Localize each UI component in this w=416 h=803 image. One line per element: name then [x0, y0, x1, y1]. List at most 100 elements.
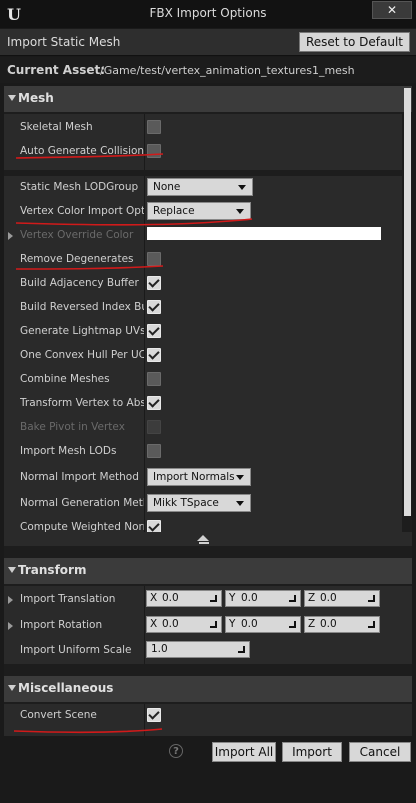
drag-grip-icon	[210, 621, 217, 628]
convert-scene-checkbox[interactable]	[147, 708, 161, 722]
expand-arrow-icon[interactable]	[8, 622, 13, 630]
mesh-scrollbar[interactable]	[404, 88, 411, 516]
drag-grip-icon	[368, 621, 375, 628]
prop-label: Vertex Color Import Option	[20, 205, 144, 217]
current-asset-path: /Game/test/vertex_animation_textures1_me…	[100, 64, 355, 77]
import-all-button[interactable]: Import All	[212, 742, 276, 762]
prop-label: Build Reversed Index Buffer	[20, 301, 144, 313]
dropdown-value: Replace	[153, 205, 195, 217]
prop-label: Import Rotation	[20, 619, 103, 631]
prop-vertex-color-import-option: Vertex Color Import Option Replace	[4, 200, 402, 224]
cancel-button[interactable]: Cancel	[349, 742, 411, 762]
details-panel: Mesh Skeletal Mesh Auto Generate Collisi…	[4, 86, 412, 736]
prop-one-convex-hull-per-ucx: One Convex Hull Per UCX	[4, 344, 402, 368]
vertex-color-import-dropdown[interactable]: Replace	[147, 202, 251, 220]
current-asset-label: Current Asset:	[7, 63, 106, 77]
prop-generate-lightmap-uvs: Generate Lightmap UVs	[4, 320, 402, 344]
remove-degenerates-checkbox[interactable]	[147, 252, 161, 266]
prop-combine-meshes: Combine Meshes	[4, 368, 402, 392]
auto-generate-collision-checkbox[interactable]	[147, 144, 161, 158]
prop-label: Normal Import Method	[20, 471, 139, 483]
one-convex-hull-checkbox[interactable]	[147, 348, 161, 362]
normal-import-method-dropdown[interactable]: Import Normals	[147, 468, 251, 486]
translation-y-field[interactable]: Y 0.0	[225, 590, 301, 607]
prop-build-adjacency-buffer: Build Adjacency Buffer	[4, 272, 402, 296]
prop-label: Import Mesh LODs	[20, 445, 117, 457]
section-header-mesh[interactable]: Mesh	[4, 86, 412, 112]
field-value: 0.0	[320, 618, 337, 630]
scrollbar-thumb[interactable]	[404, 88, 411, 516]
dialog-footer: ? Import All Import Cancel	[0, 738, 416, 803]
field-value: 0.0	[162, 618, 179, 630]
lodgroup-dropdown[interactable]: None	[147, 178, 253, 196]
import-type-title: Import Static Mesh	[7, 35, 121, 49]
prop-label: Import Translation	[20, 593, 116, 605]
prop-import-translation: Import Translation X 0.0 Y 0.0 Z 0.0	[4, 588, 412, 612]
prop-normal-generation-method: Normal Generation Method Mikk TSpace	[4, 492, 402, 516]
prop-label: Generate Lightmap UVs	[20, 325, 144, 337]
translation-z-field[interactable]: Z 0.0	[304, 590, 380, 607]
field-value: 0.0	[320, 592, 337, 604]
dropdown-value: None	[153, 181, 181, 193]
bake-pivot-checkbox	[147, 420, 161, 434]
prop-label: Build Adjacency Buffer	[20, 277, 139, 289]
section-header-miscellaneous[interactable]: Miscellaneous	[4, 676, 412, 702]
section-header-transform[interactable]: Transform	[4, 558, 412, 584]
prop-label: Auto Generate Collision	[20, 145, 144, 157]
build-adjacency-buffer-checkbox[interactable]	[147, 276, 161, 290]
build-reversed-index-buffer-checkbox[interactable]	[147, 300, 161, 314]
section-title: Transform	[18, 563, 87, 577]
rotation-x-field[interactable]: X 0.0	[146, 616, 222, 633]
chevron-down-icon	[236, 209, 244, 214]
prop-normal-import-method: Normal Import Method Import Normals	[4, 466, 402, 490]
expand-arrow-icon[interactable]	[8, 596, 13, 604]
prop-convert-scene: Convert Scene	[4, 704, 402, 728]
reset-to-default-button[interactable]: Reset to Default	[298, 32, 410, 52]
uniform-scale-field[interactable]: 1.0	[146, 641, 250, 658]
vertex-override-color-swatch[interactable]	[147, 227, 381, 240]
translation-x-field[interactable]: X 0.0	[146, 590, 222, 607]
title-bar: U FBX Import Options ✕	[0, 0, 416, 28]
prop-transform-vertex-to-absolute: Transform Vertex to Absolute	[4, 392, 402, 416]
prop-label: Bake Pivot in Vertex	[20, 421, 125, 433]
prop-import-mesh-lods: Import Mesh LODs	[4, 440, 402, 464]
combine-meshes-checkbox[interactable]	[147, 372, 161, 386]
chevron-down-icon	[236, 501, 244, 506]
advanced-toggle[interactable]	[4, 532, 412, 546]
prop-import-rotation: Import Rotation X 0.0 Y 0.0 Z 0.0	[4, 614, 412, 638]
prop-label: Convert Scene	[20, 709, 97, 721]
prop-static-mesh-lodgroup: Static Mesh LODGroup None	[4, 176, 402, 200]
axis-label: X	[150, 618, 158, 630]
transform-group: Import Translation X 0.0 Y 0.0 Z 0.0 Imp…	[4, 586, 412, 664]
axis-label: Z	[308, 592, 316, 604]
collapse-arrow-icon	[8, 685, 16, 691]
dropdown-value: Import Normals	[153, 471, 235, 483]
generate-lightmap-uvs-checkbox[interactable]	[147, 324, 161, 338]
expand-arrow-icon[interactable]	[8, 232, 13, 240]
current-asset-bar: Current Asset: /Game/test/vertex_animati…	[0, 57, 416, 83]
window-title: FBX Import Options	[149, 6, 267, 20]
prop-label: Normal Generation Method	[20, 497, 144, 509]
close-button[interactable]: ✕	[372, 1, 412, 19]
import-mesh-lods-checkbox[interactable]	[147, 444, 161, 458]
chevron-down-icon	[236, 475, 244, 480]
rotation-z-field[interactable]: Z 0.0	[304, 616, 380, 633]
rotation-y-field[interactable]: Y 0.0	[225, 616, 301, 633]
prop-label: Remove Degenerates	[20, 253, 134, 265]
drag-grip-icon	[368, 595, 375, 602]
normal-generation-method-dropdown[interactable]: Mikk TSpace	[147, 494, 251, 512]
dropdown-value: Mikk TSpace	[153, 497, 219, 509]
transform-vertex-checkbox[interactable]	[147, 396, 161, 410]
collapse-up-icon	[197, 535, 209, 541]
mesh-advanced-group: Static Mesh LODGroup None Vertex Color I…	[4, 176, 402, 542]
drag-grip-icon	[289, 621, 296, 628]
prop-label: Static Mesh LODGroup	[20, 181, 139, 193]
prop-auto-generate-collision: Auto Generate Collision	[4, 140, 402, 164]
skeletal-mesh-checkbox[interactable]	[147, 120, 161, 134]
prop-build-reversed-index-buffer: Build Reversed Index Buffer	[4, 296, 402, 320]
axis-label: X	[150, 592, 158, 604]
import-button[interactable]: Import	[282, 742, 342, 762]
prop-label: Combine Meshes	[20, 373, 110, 385]
help-icon[interactable]: ?	[169, 744, 183, 758]
misc-group: Convert Scene	[4, 704, 412, 736]
